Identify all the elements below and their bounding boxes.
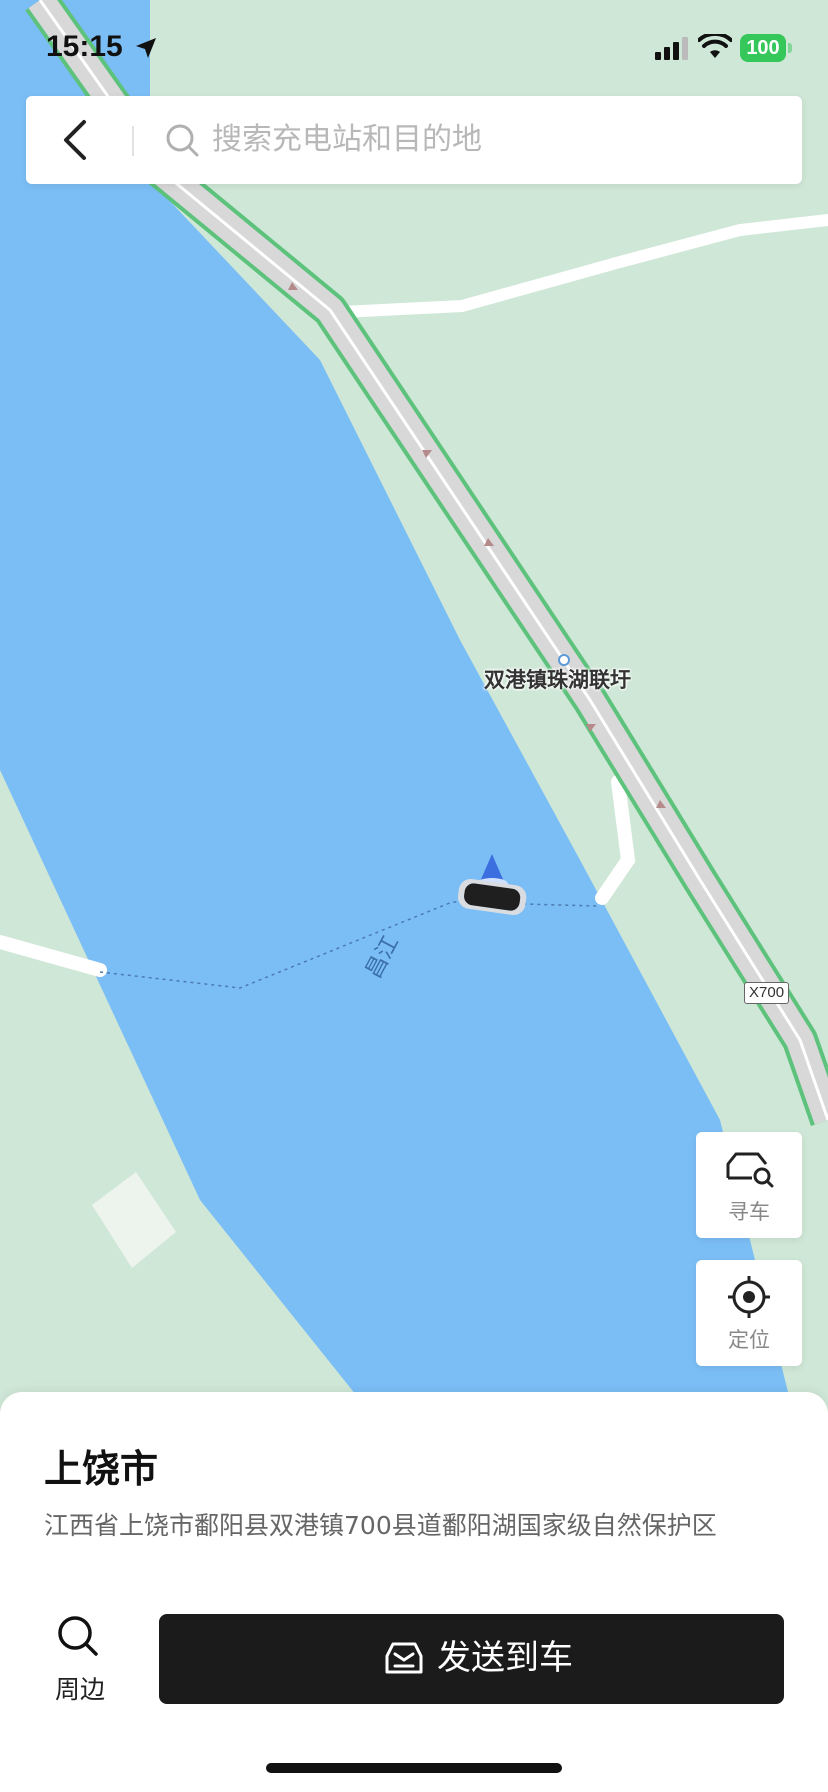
place-title: 上饶市 — [44, 1447, 159, 1491]
search-bar[interactable]: 搜索充电站和目的地 — [26, 96, 802, 184]
place-info-sheet: 上饶市 江西省上饶市鄱阳县双港镇700县道鄱阳湖国家级自然保护区 周边 发送到车 — [0, 1392, 828, 1792]
search-icon — [166, 124, 199, 157]
battery-level: 100 — [740, 34, 786, 62]
search-input[interactable]: 搜索充电站和目的地 — [212, 118, 482, 162]
locate-label: 定位 — [728, 1328, 770, 1352]
nearby-label: 周边 — [54, 1675, 105, 1704]
locate-button[interactable]: 定位 — [696, 1260, 802, 1366]
search-icon — [58, 1616, 98, 1656]
road-tag-label: X700 — [744, 982, 790, 1004]
home-indicator — [266, 1763, 562, 1773]
back-arrow-icon[interactable] — [50, 112, 106, 168]
nearby-button[interactable]: 周边 — [40, 1614, 120, 1714]
map-place-label: 双港镇珠湖联圩 — [484, 668, 631, 692]
status-bar: 15:15 100 — [0, 0, 828, 100]
place-address: 江西省上饶市鄱阳县双港镇700县道鄱阳湖国家级自然保护区 — [44, 1511, 717, 1540]
location-arrow-icon — [136, 38, 156, 58]
car-search-icon — [726, 1152, 774, 1188]
battery-icon: 100 — [740, 34, 792, 62]
status-time: 15:15 — [46, 30, 123, 63]
wifi-icon — [698, 34, 732, 58]
car-send-icon — [385, 1642, 423, 1674]
cellular-signal-icon — [655, 37, 688, 60]
send-to-car-label: 发送到车 — [437, 1638, 573, 1678]
send-to-car-button[interactable]: 发送到车 — [159, 1614, 784, 1704]
find-car-button[interactable]: 寻车 — [696, 1132, 802, 1238]
locate-crosshair-icon — [728, 1276, 770, 1318]
find-car-label: 寻车 — [728, 1200, 770, 1224]
search-divider — [132, 126, 134, 156]
